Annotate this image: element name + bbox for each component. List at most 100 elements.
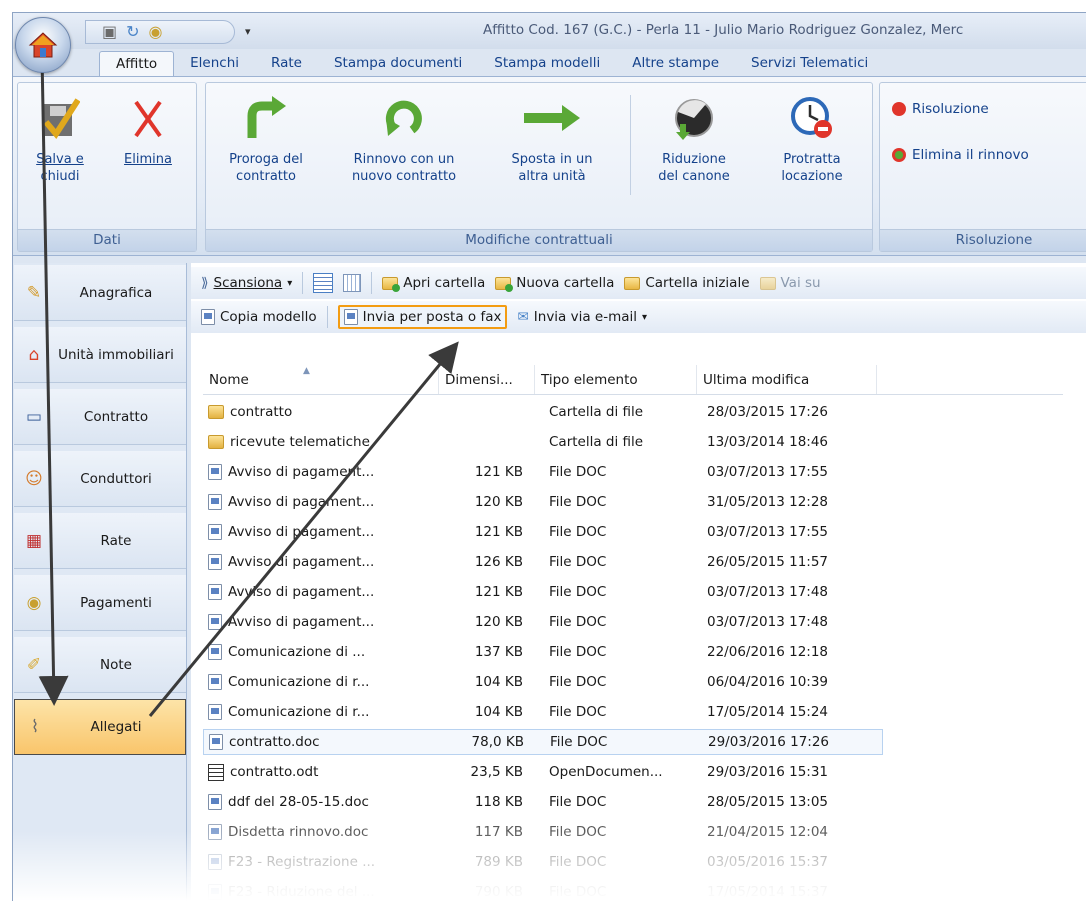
- tab-stampa-documenti[interactable]: Stampa documenti: [318, 51, 478, 77]
- protratta-button[interactable]: Protratta locazione: [762, 89, 862, 185]
- odt-file-icon: [208, 763, 224, 781]
- nav-item-rate[interactable]: ▦ Rate: [14, 513, 186, 569]
- proroga-button[interactable]: Proroga del contratto: [216, 89, 316, 185]
- riduzione-button[interactable]: Riduzione del canone: [642, 89, 746, 185]
- nav-item-unita-immobiliari[interactable]: ⌂ Unità immobiliari: [14, 327, 186, 383]
- doc-file-icon: [208, 494, 222, 510]
- file-row[interactable]: Comunicazione di r... 104 KB File DOC 17/05…: [203, 699, 883, 725]
- tab-servizi-telematici[interactable]: Servizi Telematici: [735, 51, 884, 77]
- file-size: 121 KB: [474, 464, 523, 480]
- sposta-label-line1: Sposta in un: [511, 152, 593, 167]
- rinnovo-button[interactable]: Rinnovo con un nuovo contratto: [334, 89, 474, 185]
- grid-view-icon[interactable]: [343, 274, 362, 292]
- file-modified-date: 31/05/2013 12:28: [707, 494, 829, 510]
- save-icon[interactable]: ▣: [102, 24, 117, 40]
- file-row[interactable]: Avviso di pagament... 121 KB File DOC 03/07…: [203, 459, 883, 485]
- file-name-cell: Avviso di pagament...: [203, 584, 439, 600]
- column-header-type[interactable]: Tipo elemento: [535, 365, 697, 394]
- qat-dropdown-icon[interactable]: ▾: [245, 25, 251, 38]
- nav-item-allegati[interactable]: ⌇ Allegati: [14, 699, 186, 755]
- nav-label: Anagrafica: [79, 284, 153, 301]
- file-row[interactable]: Disdetta rinnovo.doc 117 KB File DOC 21/04/…: [203, 819, 883, 845]
- file-row[interactable]: contratto.odt 23,5 KB OpenDocumen... 29/03/…: [203, 759, 883, 785]
- elimina-rinnovo-button[interactable]: Elimina il rinnovo: [892, 147, 1029, 163]
- file-row[interactable]: Comunicazione di r... 104 KB File DOC 06/04…: [203, 669, 883, 695]
- tab-affitto[interactable]: Affitto: [99, 51, 175, 77]
- scan-button[interactable]: ⟫ Scansiona ▾: [201, 275, 292, 291]
- home-folder-button[interactable]: Cartella iniziale: [624, 275, 750, 291]
- file-type: File DOC: [549, 494, 607, 510]
- clock-stop-icon: [791, 97, 832, 138]
- toolbar-separator: [326, 306, 328, 328]
- coins-icon[interactable]: ◉: [149, 24, 163, 40]
- file-size: 104 KB: [474, 704, 523, 720]
- risoluzione-button[interactable]: Risoluzione: [892, 101, 989, 117]
- send-mail-fax-button[interactable]: Invia per posta o fax: [337, 305, 508, 329]
- nav-item-pagamenti[interactable]: ◉ Pagamenti: [14, 575, 186, 631]
- folder-icon: [208, 405, 224, 419]
- tab-rate[interactable]: Rate: [255, 51, 318, 77]
- file-name-cell: Avviso di pagament...: [203, 524, 439, 540]
- group-label-modifiche: Modifiche contrattuali: [206, 229, 872, 251]
- file-row[interactable]: contratto.doc 78,0 KB File DOC 29/03/2016 1…: [203, 729, 883, 755]
- quick-access-toolbar: ▣ ↻ ◉: [85, 20, 235, 44]
- protratta-label-line1: Protratta: [783, 152, 841, 167]
- protratta-label-line2: locazione: [781, 169, 843, 184]
- tab-stampa-modelli[interactable]: Stampa modelli: [478, 51, 616, 77]
- file-name: contratto.doc: [229, 734, 320, 750]
- nav-item-conduttori[interactable]: ☺ Conduttori: [14, 451, 186, 507]
- riduzione-label-line2: del canone: [658, 169, 730, 184]
- file-row[interactable]: Avviso di pagament... 121 KB File DOC 03/07…: [203, 519, 883, 545]
- scanner-icon: ⟫: [201, 275, 209, 291]
- tab-altre-stampe[interactable]: Altre stampe: [616, 51, 735, 77]
- note-icon: ✐: [26, 654, 42, 675]
- file-name: Avviso di pagament...: [228, 584, 375, 600]
- file-row[interactable]: F23 - Riduzione del ... 790 KB File DOC 17/…: [203, 879, 883, 901]
- send-email-button[interactable]: ✉ Invia via e-mail ▾: [517, 309, 647, 325]
- file-row[interactable]: Comunicazione di ... 137 KB File DOC 22/06/…: [203, 639, 883, 665]
- toolbar-separator: [302, 272, 304, 294]
- column-label: Tipo elemento: [541, 372, 638, 388]
- tab-elenchi[interactable]: Elenchi: [174, 51, 255, 77]
- details-view-icon[interactable]: [313, 273, 334, 293]
- file-name: F23 - Riduzione del ...: [228, 884, 375, 900]
- column-header-size[interactable]: Dimensi...: [439, 365, 535, 394]
- nav-item-note[interactable]: ✐ Note: [14, 637, 186, 693]
- doc-file-icon: [208, 704, 222, 720]
- new-folder-button[interactable]: Nuova cartella: [495, 275, 614, 292]
- app-window: ▣ ↻ ◉ ▾ Affitto Cod. 167 (G.C.) - Perla …: [12, 12, 1086, 901]
- risoluzione-label: Risoluzione: [912, 101, 989, 117]
- file-size: 789 KB: [474, 854, 523, 870]
- app-menu-button[interactable]: [15, 17, 71, 73]
- file-row[interactable]: ricevute telematiche Cartella di file 13/0…: [203, 429, 883, 455]
- doc-file-icon: [208, 824, 222, 840]
- file-size: 120 KB: [474, 614, 523, 630]
- doc-file-icon: [208, 554, 222, 570]
- file-row[interactable]: Avviso di pagament... 120 KB File DOC 31/05…: [203, 489, 883, 515]
- file-modified-date: 13/03/2014 18:46: [707, 434, 829, 450]
- nav-item-contratto[interactable]: ▭ Contratto: [14, 389, 186, 445]
- open-folder-button[interactable]: Apri cartella: [382, 275, 485, 292]
- file-size: 118 KB: [474, 794, 523, 810]
- file-row[interactable]: ddf del 28-05-15.doc 118 KB File DOC 28/05/…: [203, 789, 883, 815]
- sposta-button[interactable]: Sposta in un altra unità: [492, 89, 612, 185]
- column-header-date[interactable]: Ultima modifica: [697, 365, 877, 394]
- house-icon: ⌂: [28, 344, 40, 365]
- copy-template-button[interactable]: Copia modello: [201, 309, 317, 325]
- delete-button[interactable]: Elimina: [108, 89, 188, 168]
- refresh-icon[interactable]: ↻: [126, 24, 139, 40]
- file-row[interactable]: Avviso di pagament... 126 KB File DOC 26/05…: [203, 549, 883, 575]
- file-row[interactable]: contratto Cartella di file 28/03/2015 17:2…: [203, 399, 883, 425]
- save-close-button[interactable]: Salva e chiudi: [22, 89, 98, 185]
- file-modified-date: 21/04/2015 12:04: [707, 824, 829, 840]
- file-name-cell: Avviso di pagament...: [203, 494, 439, 510]
- file-row[interactable]: Avviso di pagament... 120 KB File DOC 03/07…: [203, 609, 883, 635]
- go-up-button[interactable]: Vai su: [759, 275, 821, 291]
- doc-file-icon: [208, 584, 222, 600]
- file-name: Avviso di pagament...: [228, 554, 375, 570]
- file-type: File DOC: [550, 734, 608, 750]
- file-row[interactable]: F23 - Registrazione ... 789 KB File DOC 03/…: [203, 849, 883, 875]
- column-header-name[interactable]: Nome ▲: [203, 365, 439, 394]
- nav-item-anagrafica[interactable]: ✎ Anagrafica: [14, 265, 186, 321]
- file-row[interactable]: Avviso di pagament... 121 KB File DOC 03/07…: [203, 579, 883, 605]
